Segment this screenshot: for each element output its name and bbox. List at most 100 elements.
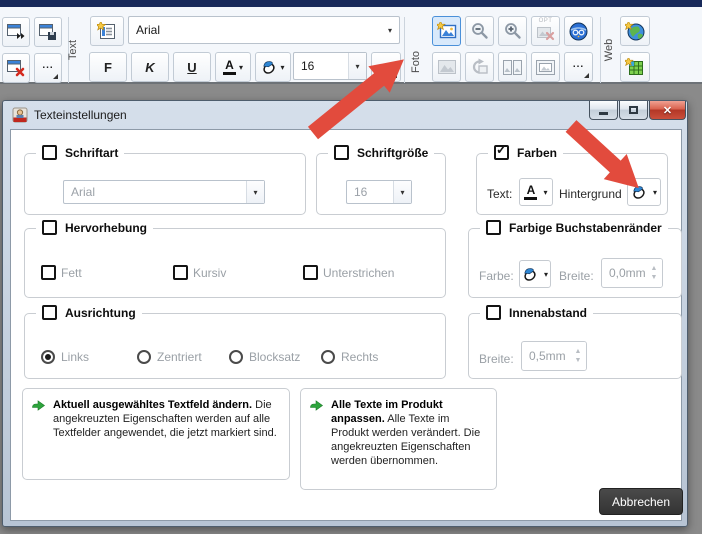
close-icon: ✕	[663, 104, 672, 117]
rechts-radio[interactable]	[321, 350, 335, 364]
add-photo-icon	[437, 22, 457, 41]
group-farben: ✓ Farben Text: A ▾ Hintergrund ▾	[476, 153, 668, 215]
rand-breite-spinner[interactable]: 0,0mm ▲ ▼	[601, 258, 663, 288]
magnifier-minus-icon	[471, 22, 489, 40]
texteinstellungen-dialog: Texteinstellungen ✕ ✓ Schriftart Arial ▾	[2, 100, 688, 527]
links-radio[interactable]	[41, 350, 55, 364]
add-photo-button[interactable]	[432, 16, 461, 46]
foto-group-label: Foto	[405, 51, 427, 73]
project-more-button[interactable]: ...	[34, 53, 62, 83]
raender-checkbox[interactable]: ✓	[486, 220, 501, 235]
group-hervorhebung: ✓ Hervorhebung ✓ Fett ✓ Kursiv ✓ Unterst…	[24, 228, 446, 298]
schriftart-font-combobox[interactable]: Arial ▾	[63, 180, 265, 204]
foto-more-options-button[interactable]: ...	[564, 52, 593, 82]
chevron-down-icon: ▾	[280, 63, 284, 72]
underline-button[interactable]: U	[173, 52, 211, 82]
page-forward-icon	[7, 24, 26, 40]
spinner-up-icon[interactable]: ▲	[575, 348, 582, 355]
spinner-down-icon[interactable]: ▼	[575, 357, 582, 364]
spinner-down-icon[interactable]: ▼	[651, 274, 658, 281]
fill-color-button[interactable]: ▾	[255, 52, 291, 82]
schriftart-label: Schriftart	[65, 146, 118, 160]
kursiv-checkbox[interactable]: ✓	[173, 265, 188, 280]
chevron-down-icon: ▾	[653, 188, 657, 197]
rand-farbe-button[interactable]: ▾	[519, 260, 551, 288]
minimize-button[interactable]	[589, 101, 618, 120]
font-color-icon: A	[223, 59, 236, 75]
photo-frame-button[interactable]	[531, 52, 560, 82]
font-size-combobox[interactable]: 16 ▾	[293, 52, 367, 80]
chevron-down-icon[interactable]: ▾	[393, 181, 411, 203]
compare-photos-button[interactable]	[498, 52, 527, 82]
project-delete-button[interactable]	[2, 53, 30, 83]
page-save-icon	[39, 24, 58, 41]
spinner-up-icon[interactable]: ▲	[651, 265, 658, 272]
italic-button[interactable]: K	[131, 52, 169, 82]
rechts-label: Rechts	[341, 350, 378, 364]
dialog-title: Texteinstellungen	[34, 108, 127, 122]
chevron-down-icon[interactable]: ▾	[381, 26, 399, 35]
maximize-button[interactable]	[619, 101, 648, 120]
close-button[interactable]: ✕	[649, 101, 686, 120]
links-label: Links	[61, 350, 89, 364]
rotate-icon	[471, 58, 489, 76]
bold-button[interactable]: F	[89, 52, 127, 82]
web-globe-icon	[625, 22, 645, 41]
innen-breite-label: Breite:	[479, 352, 514, 366]
photo-service-button[interactable]	[564, 16, 593, 46]
project-save-button[interactable]	[34, 17, 62, 47]
ellipsis-icon: ...	[42, 60, 53, 71]
rand-breite-label: Breite:	[559, 269, 594, 283]
blocksatz-radio[interactable]	[229, 350, 243, 364]
paint-bucket-icon	[631, 185, 647, 199]
schriftgroesse-combobox[interactable]: 16 ▾	[346, 180, 412, 204]
chevron-down-icon[interactable]: ▾	[246, 181, 264, 203]
fett-label: Fett	[61, 266, 82, 280]
innenabstand-checkbox[interactable]: ✓	[486, 305, 501, 320]
web-grid-icon	[625, 58, 645, 77]
ausrichtung-checkbox[interactable]: ✓	[42, 305, 57, 320]
farbe-label: Farbe:	[479, 269, 514, 283]
schriftgroesse-label: Schriftgröße	[357, 146, 428, 160]
zoom-in-photo-button[interactable]	[498, 16, 527, 46]
info-textfeld-title: Aktuell ausgewähltes Textfeld ändern.	[53, 399, 252, 411]
text-color-button[interactable]: A ▾	[519, 178, 553, 206]
schriftart-checkbox[interactable]: ✓	[42, 145, 57, 160]
opt-label: OPT	[532, 18, 559, 24]
cancel-button[interactable]: Abbrechen	[599, 488, 683, 515]
application-window: ... Text Arial ▾ F K U A ▾ ▾ 16	[0, 0, 702, 534]
green-arrow-icon	[32, 400, 45, 411]
font-color-button[interactable]: A ▾	[215, 52, 251, 82]
rand-breite-value: 0,0mm	[602, 259, 646, 287]
chevron-down-icon[interactable]: ▾	[348, 53, 366, 79]
zentriert-radio[interactable]	[137, 350, 151, 364]
font-family-value: Arial	[136, 23, 160, 37]
farben-checkbox[interactable]: ✓	[494, 145, 509, 160]
add-web-page-button[interactable]	[620, 16, 650, 46]
hintergrund-label: Hintergrund	[559, 187, 622, 201]
group-schriftgroesse: ✓ Schriftgröße 16 ▾	[316, 153, 446, 215]
text-more-options-button[interactable]: ...	[371, 52, 401, 82]
group-innenabstand: ✓ Innenabstand Breite: 0,5mm ▲▼	[468, 313, 682, 379]
hintergrund-color-button[interactable]: ▾	[627, 178, 661, 206]
unterstrichen-checkbox[interactable]: ✓	[303, 265, 318, 280]
fett-checkbox[interactable]: ✓	[41, 265, 56, 280]
add-web-table-button[interactable]	[620, 52, 650, 82]
add-text-button[interactable]	[90, 16, 124, 46]
project-forward-button[interactable]	[2, 17, 30, 47]
photo-globe-icon	[569, 22, 588, 41]
schriftgroesse-checkbox[interactable]: ✓	[334, 145, 349, 160]
dialog-titlebar[interactable]: Texteinstellungen ✕	[3, 101, 687, 129]
maximize-icon	[629, 106, 638, 114]
font-family-combobox[interactable]: Arial ▾	[128, 16, 400, 44]
compare-images-icon	[503, 60, 522, 75]
info-box-produkt[interactable]: Alle Texte im Produkt anpassen. Alle Tex…	[300, 388, 497, 490]
innen-breite-spinner[interactable]: 0,5mm ▲▼	[521, 341, 587, 371]
add-text-icon	[97, 22, 117, 41]
info-box-textfeld[interactable]: Aktuell ausgewähltes Textfeld ändern. Di…	[22, 388, 290, 480]
zoom-out-photo-button[interactable]	[465, 16, 494, 46]
hervorhebung-checkbox[interactable]: ✓	[42, 220, 57, 235]
underline-label: U	[187, 60, 196, 75]
corner-triangle-icon	[53, 74, 58, 79]
raender-label: Farbige Buchstabenränder	[509, 221, 662, 235]
